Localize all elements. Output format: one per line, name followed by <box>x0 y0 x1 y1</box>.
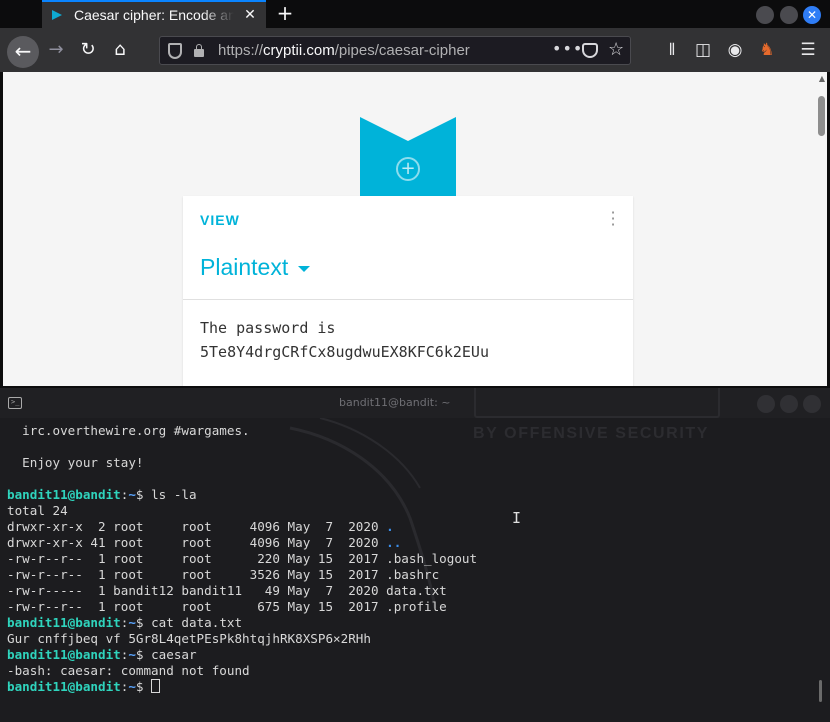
terminal-maximize-button[interactable] <box>780 395 798 413</box>
text-cursor <box>151 679 161 693</box>
ls-row-name: data.txt <box>386 583 447 598</box>
ls-row-name: .. <box>386 535 402 550</box>
library-icon[interactable]: 𝍪 <box>660 38 684 62</box>
card-kicker: VIEW <box>200 212 240 228</box>
ls-row: drwxr-xr-x 41 root root 4096 May 7 2020 … <box>7 535 477 551</box>
motd-line: Enjoy your stay! <box>7 455 144 470</box>
browser-window: Caesar cipher: Encode and ✕ + ✕ ← → ↻ ⌂ … <box>0 0 830 388</box>
tab-bar: Caesar cipher: Encode and ✕ + ✕ <box>0 0 830 28</box>
terminal-window[interactable]: >_ bandit11@bandit: ~ BY OFFENSIVE SECUR… <box>0 388 830 722</box>
sidebar-icon[interactable]: ◫ <box>691 38 715 62</box>
ls-row: -rw-r--r-- 1 root root 220 May 15 2017 .… <box>7 551 477 567</box>
cat-output: Gur cnffjbeq vf 5Gr8L4qetPEsPk8htqjhRK8X… <box>7 631 371 646</box>
back-button[interactable]: ← <box>7 36 39 68</box>
prompt-line: bandit11@bandit:~$ caesar <box>7 647 477 663</box>
kali-watermark-text: BY OFFENSIVE SECURITY <box>473 425 710 442</box>
ls-row-name: .bashrc <box>386 567 440 582</box>
prompt-user: bandit11@bandit <box>7 679 121 694</box>
ls-row-meta: drwxr-xr-x 41 root root 4096 May 7 2020 <box>7 535 387 550</box>
close-window-button[interactable]: ✕ <box>803 6 821 24</box>
maximize-button[interactable] <box>780 6 798 24</box>
tab-title: Caesar cipher: Encode and <box>74 7 234 23</box>
motd-line: irc.overthewire.org #wargames. <box>7 423 250 438</box>
ls-row: -rw-r--r-- 1 root root 3526 May 15 2017 … <box>7 567 477 583</box>
ls-row-meta: -rw-r--r-- 1 root root 3526 May 15 2017 <box>7 567 387 582</box>
terminal-close-button[interactable] <box>803 395 821 413</box>
card-title: Plaintext <box>200 254 289 280</box>
command-text: cat data.txt <box>151 615 243 630</box>
prompt-dir: ~ <box>128 487 136 502</box>
home-button[interactable]: ⌂ <box>107 37 133 63</box>
page-content: + VIEW · · · Plaintext The password is 5Te… <box>3 72 827 386</box>
ls-row-name: .profile <box>386 599 447 614</box>
prompt-symbol: $ <box>135 647 152 662</box>
prompt-dir: ~ <box>128 615 136 630</box>
command-text: caesar <box>151 647 197 662</box>
terminal-minimize-button[interactable] <box>757 395 775 413</box>
new-tab-button[interactable]: + <box>274 2 296 24</box>
page-scrollbar-thumb[interactable] <box>818 96 825 136</box>
pocket-icon[interactable] <box>582 43 598 58</box>
prompt-symbol: $ <box>135 487 152 502</box>
url-bar[interactable]: https://cryptii.com/pipes/caesar-cipher … <box>159 36 631 65</box>
terminal-scrollbar-thumb[interactable] <box>819 680 822 702</box>
add-brick-icon[interactable]: + <box>396 157 420 181</box>
ls-row-meta: -rw-r--r-- 1 root root 220 May 15 2017 <box>7 551 387 566</box>
command-text: ls -la <box>151 487 197 502</box>
prompt-dir: ~ <box>128 679 136 694</box>
kali-watermark-box <box>474 388 720 418</box>
minimize-button[interactable] <box>756 6 774 24</box>
prompt-symbol: $ <box>135 679 152 694</box>
ls-row-meta: -rw-r----- 1 bandit12 bandit11 49 May 7 … <box>7 583 387 598</box>
reload-button[interactable]: ↻ <box>75 37 101 63</box>
ls-row: drwxr-xr-x 2 root root 4096 May 7 2020 . <box>7 519 477 535</box>
prompt-user: bandit11@bandit <box>7 615 121 630</box>
caret-down-icon <box>298 265 311 272</box>
page-actions-menu-icon[interactable]: ••• <box>552 39 583 58</box>
prompt-dir: ~ <box>128 647 136 662</box>
url-scheme: https:// <box>218 42 264 59</box>
divider <box>183 299 633 300</box>
plaintext-content[interactable]: The password is 5Te8Y4drgCRfCx8ugdwuEX8K… <box>200 316 489 364</box>
tab-caesar-cipher[interactable]: Caesar cipher: Encode and ✕ <box>42 0 266 28</box>
terminal-titlebar: >_ bandit11@bandit: ~ <box>0 388 830 418</box>
cryptii-favicon-icon <box>52 10 66 20</box>
scroll-up-arrow-icon[interactable]: ▲ <box>817 74 827 84</box>
prompt-line: bandit11@bandit:~$ cat data.txt <box>7 615 477 631</box>
url-host: cryptii.com <box>263 42 335 59</box>
plaintext-view-card: VIEW · · · Plaintext The password is 5Te8Y… <box>183 196 633 386</box>
prompt-user: bandit11@bandit <box>7 487 121 502</box>
hamburger-menu-icon[interactable]: ☰ <box>796 38 820 62</box>
active-prompt-line[interactable]: bandit11@bandit:~$ <box>7 679 477 695</box>
encoding-selector[interactable]: Plaintext <box>200 254 311 281</box>
error-output: -bash: caesar: command not found <box>7 663 250 678</box>
prompt-line: bandit11@bandit:~$ ls -la <box>7 487 477 503</box>
bookmark-star-icon[interactable]: ☆ <box>608 39 624 60</box>
prompt-user: bandit11@bandit <box>7 647 121 662</box>
prompt-symbol: $ <box>135 615 152 630</box>
ls-row: -rw-r----- 1 bandit12 bandit11 49 May 7 … <box>7 583 477 599</box>
ls-row-meta: -rw-r--r-- 1 root root 675 May 15 2017 <box>7 599 387 614</box>
terminal-output[interactable]: irc.overthewire.org #wargames.​ Enjoy yo… <box>7 423 477 695</box>
ls-row-meta: drwxr-xr-x 2 root root 4096 May 7 2020 <box>7 519 387 534</box>
lock-icon[interactable] <box>194 44 204 57</box>
forward-button[interactable]: → <box>43 37 69 63</box>
url-text[interactable]: https://cryptii.com/pipes/caesar-cipher <box>218 42 470 59</box>
mouse-ibeam-cursor-icon: I <box>512 509 522 527</box>
url-path: /pipes/caesar-cipher <box>334 42 470 59</box>
tracking-protection-shield-icon[interactable] <box>168 43 182 59</box>
ls-total: total 24 <box>7 503 68 518</box>
close-tab-icon[interactable]: ✕ <box>242 7 258 23</box>
ls-row-name: .bash_logout <box>386 551 478 566</box>
card-menu-icon[interactable]: · · · <box>605 205 621 233</box>
ls-row: -rw-r--r-- 1 root root 675 May 15 2017 .… <box>7 599 477 615</box>
terminal-title: bandit11@bandit: ~ <box>339 396 451 409</box>
ls-row-name: . <box>386 519 394 534</box>
account-icon[interactable]: ◉ <box>723 38 747 62</box>
terminal-icon: >_ <box>8 397 22 409</box>
extension-fox-icon[interactable]: ♞ <box>755 38 779 62</box>
